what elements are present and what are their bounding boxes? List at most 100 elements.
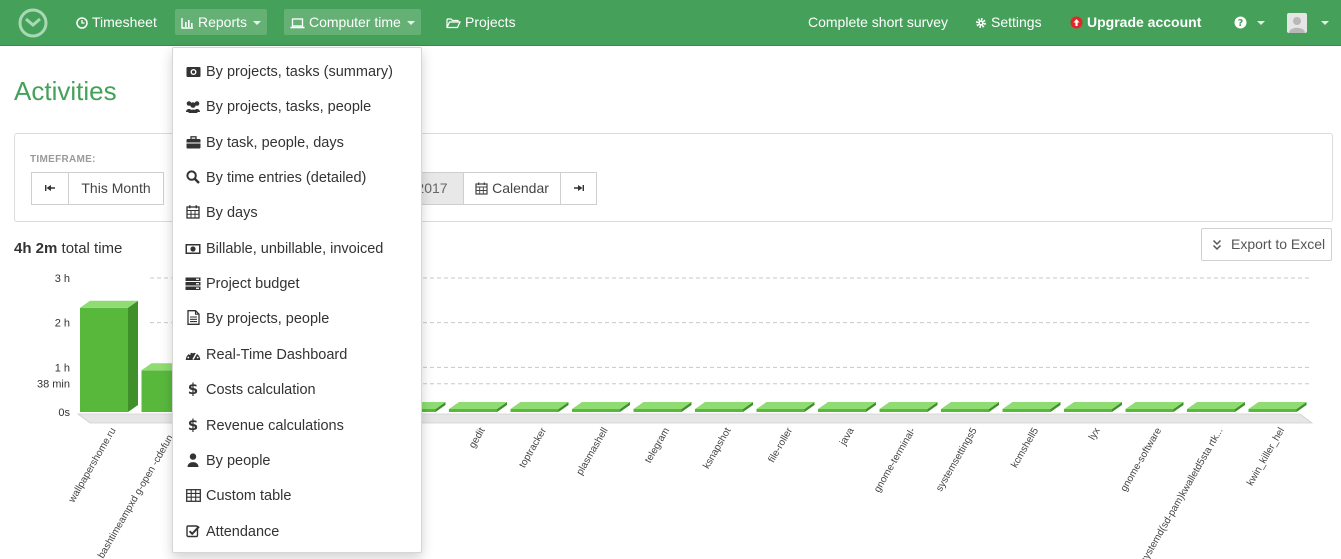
bar-top (1064, 402, 1122, 409)
menu-item-label: Revenue calculations (206, 418, 344, 434)
bar-top (1248, 402, 1307, 409)
x-tick-label: kcmshell5 (1009, 426, 1041, 470)
reports-dropdown-menu: By projects, tasks (summary) By projects,… (172, 47, 422, 553)
bar (1002, 409, 1051, 412)
dollar-icon: $ (185, 411, 201, 434)
menu-item-label: Attendance (206, 524, 280, 540)
bar-top (1187, 402, 1245, 409)
menu-item[interactable]: By projects, tasks (summary) (173, 55, 421, 89)
menu-item[interactable]: Billable, unbillable, invoiced (173, 232, 421, 266)
chevrons-down-icon (1212, 239, 1222, 251)
menu-item-label: By projects, people (206, 311, 330, 327)
menu-item[interactable]: Custom table (173, 479, 421, 513)
menu-item[interactable]: By people (173, 444, 421, 478)
menu-item[interactable]: $ Costs calculation (173, 373, 421, 407)
svg-text:$: $ (188, 381, 198, 396)
nav-projects-label: Projects (465, 14, 516, 30)
menu-item-label: Custom table (206, 488, 292, 504)
nav-survey[interactable]: Complete short survey (802, 9, 954, 35)
y-tick-label: 1 h (55, 362, 70, 374)
menu-item[interactable]: By task, people, days (173, 126, 421, 160)
menu-item[interactable]: By days (173, 196, 421, 230)
bar (818, 409, 866, 412)
x-tick-label: systemsettings5 (934, 426, 980, 494)
first-period-button[interactable] (31, 172, 69, 205)
menu-item[interactable]: $ Revenue calculations (173, 409, 421, 443)
bar (510, 409, 559, 412)
briefcase-icon (185, 128, 201, 149)
bar (572, 409, 620, 412)
x-tick-label: toptracker (517, 425, 549, 470)
menu-item-label: Real-Time Dashboard (206, 347, 348, 363)
menu-item-label: Billable, unbillable, invoiced (206, 241, 384, 257)
avatar[interactable] (1287, 13, 1307, 33)
total-time-value: 4h 2m (14, 240, 58, 257)
chevron-down-icon (253, 21, 262, 25)
nav-upgrade-label: Upgrade account (1087, 14, 1202, 30)
menu-item[interactable]: Project budget (173, 267, 421, 301)
checkbox-icon (185, 517, 201, 538)
menu-item[interactable]: By projects, tasks, people (173, 90, 421, 124)
x-tick-label: lyx (1087, 426, 1103, 442)
search-icon (185, 163, 201, 184)
bar-top (1002, 402, 1061, 409)
bar (879, 409, 928, 412)
users-icon (185, 92, 201, 113)
menu-item-label: Costs calculation (206, 382, 316, 398)
bar-top (818, 402, 876, 409)
top-navbar: Timesheet Reports Computer time Projects… (0, 0, 1341, 46)
bar-top (941, 402, 999, 409)
menu-item[interactable]: By projects, people (173, 302, 421, 336)
money-icon (185, 234, 201, 254)
app-logo-icon[interactable] (18, 8, 48, 38)
step-backward-icon (45, 185, 55, 191)
calendar-button[interactable]: Calendar (463, 172, 561, 205)
chevron-down-icon[interactable] (1321, 21, 1329, 25)
nav-timesheet[interactable]: Timesheet (70, 9, 163, 35)
x-tick-label: kwin_killer_hel (1245, 426, 1287, 488)
x-tick-label: ksnapshot (701, 426, 733, 471)
x-tick-label: java (837, 426, 856, 449)
this-month-button[interactable]: This Month (68, 172, 164, 205)
gear-icon (976, 18, 986, 28)
bar-top (695, 402, 753, 409)
x-tick-label: wallpapershome.ru (66, 426, 118, 506)
bar-top (572, 402, 630, 409)
last-period-button[interactable] (560, 172, 597, 205)
export-excel-button[interactable]: Export to Excel (1201, 228, 1332, 261)
y-tick-label: 38 min (37, 379, 70, 391)
nav-upgrade[interactable]: Upgrade account (1064, 9, 1207, 35)
x-tick-label: gnome-terminal- (872, 426, 918, 495)
server-icon (185, 269, 201, 290)
x-tick-label: gnome-software (1119, 426, 1165, 494)
bar-top (1125, 402, 1184, 409)
nav-reports[interactable]: Reports (175, 9, 268, 35)
folder-open-icon (446, 18, 461, 29)
bar (941, 409, 989, 412)
nav-reports-label: Reports (198, 14, 248, 30)
step-forward-icon (573, 185, 584, 191)
menu-item-label: Project budget (206, 276, 300, 292)
menu-item-label: By projects, tasks (summary) (206, 64, 393, 80)
nav-projects[interactable]: Projects (440, 9, 522, 35)
bar-top (756, 402, 815, 409)
svg-text:?: ? (1238, 18, 1244, 29)
nav-settings[interactable]: Settings (969, 9, 1048, 35)
bar-top (633, 402, 692, 409)
y-tick-label: 2 h (55, 318, 70, 330)
bar-top (449, 402, 507, 409)
table-icon (185, 481, 201, 502)
bar (1187, 409, 1235, 412)
nav-help[interactable]: ? (1228, 9, 1271, 35)
bar-chart-icon (181, 18, 193, 29)
bar-top (80, 300, 138, 308)
menu-item-label: By days (206, 205, 258, 221)
dollar-icon: $ (185, 375, 201, 398)
nav-computer-time[interactable]: Computer time (284, 9, 421, 35)
menu-item[interactable]: Attendance (173, 515, 421, 549)
menu-item-label: By time entries (detailed) (206, 170, 367, 186)
dashboard-icon (185, 340, 201, 360)
menu-item[interactable]: Real-Time Dashboard (173, 338, 421, 372)
menu-item[interactable]: By time entries (detailed) (173, 161, 421, 195)
camera-icon (185, 57, 201, 77)
